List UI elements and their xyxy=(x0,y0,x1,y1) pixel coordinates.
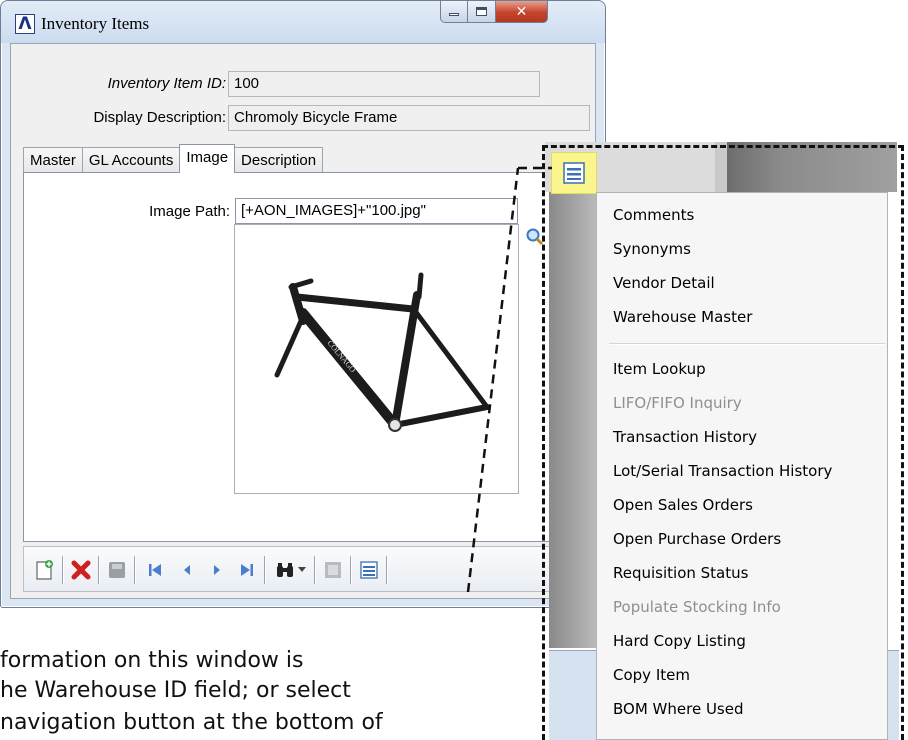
close-button[interactable]: ✕ xyxy=(496,1,548,23)
next-record-button[interactable] xyxy=(206,559,228,581)
item-image-frame: COLNAGO xyxy=(234,224,519,494)
description-label: Display Description: xyxy=(93,109,226,126)
frame-brand-text: COLNAGO xyxy=(325,339,357,375)
doc-text-line-2: he Warehouse ID field; or select xyxy=(0,678,351,703)
disabled-button xyxy=(322,559,344,581)
next-record-icon xyxy=(214,565,220,575)
menu-item-lot-serial-transaction-history[interactable]: Lot/Serial Transaction History xyxy=(613,459,832,483)
disabled-icon xyxy=(325,562,341,578)
new-record-icon xyxy=(36,560,53,580)
new-record-button[interactable] xyxy=(34,559,56,581)
find-dropdown-button[interactable] xyxy=(296,559,308,581)
additional-options-icon-large xyxy=(563,162,585,184)
toolbar-separator xyxy=(386,556,387,584)
additional-options-icon xyxy=(360,561,378,579)
popup-header-shade xyxy=(727,142,897,192)
popup-left-shade xyxy=(549,192,596,648)
previous-record-button[interactable] xyxy=(176,559,198,581)
toolbar-separator xyxy=(264,556,265,584)
close-icon: ✕ xyxy=(515,3,528,20)
save-icon xyxy=(109,562,125,578)
record-toolbar xyxy=(23,546,578,592)
delete-icon xyxy=(71,560,91,580)
tab-gl-accounts[interactable]: GL Accounts xyxy=(81,147,181,173)
tab-master[interactable]: Master xyxy=(23,147,83,173)
tab-description[interactable]: Description xyxy=(234,147,324,173)
additional-options-button[interactable] xyxy=(358,559,380,581)
menu-item-requisition-status[interactable]: Requisition Status xyxy=(613,561,748,585)
bicycle-frame-image: COLNAGO xyxy=(274,272,490,432)
first-record-icon xyxy=(149,564,161,576)
popup-header-divider xyxy=(715,142,727,192)
title-bar[interactable]: Λ Inventory Items ✕ xyxy=(1,1,605,43)
image-path-label: Image Path: xyxy=(149,203,230,220)
toolbar-separator xyxy=(314,556,315,584)
minimize-button[interactable] xyxy=(440,1,468,23)
minimize-icon xyxy=(449,13,459,16)
doc-text-line-1: formation on this window is xyxy=(0,648,304,673)
window-controls: ✕ xyxy=(440,1,548,23)
dropdown-arrow-icon xyxy=(298,567,306,572)
menu-item-open-purchase-orders[interactable]: Open Purchase Orders xyxy=(613,527,781,551)
callout-border-left xyxy=(542,145,545,740)
find-button[interactable] xyxy=(274,559,296,581)
toolbar-separator xyxy=(134,556,135,584)
menu-item-vendor-detail[interactable]: Vendor Detail xyxy=(613,271,715,295)
tab-image[interactable]: Image xyxy=(179,144,236,173)
doc-text-line-3: navigation button at the bottom of xyxy=(0,710,383,735)
delete-button[interactable] xyxy=(70,559,92,581)
menu-item-item-lookup[interactable]: Item Lookup xyxy=(613,357,706,381)
find-binoculars-icon xyxy=(277,563,293,577)
menu-item-comments[interactable]: Comments xyxy=(613,203,694,227)
menu-separator xyxy=(609,343,885,344)
last-record-button[interactable] xyxy=(236,559,258,581)
maximize-icon xyxy=(476,7,487,16)
app-logo-icon: Λ xyxy=(15,14,35,34)
menu-item-warehouse-master[interactable]: Warehouse Master xyxy=(613,305,752,329)
item-id-label: Inventory Item ID: xyxy=(107,75,226,92)
last-record-icon xyxy=(241,564,253,576)
toolbar-separator xyxy=(62,556,63,584)
additional-options-menu-button[interactable] xyxy=(551,152,597,194)
toolbar-separator xyxy=(350,556,351,584)
menu-item-bom-where-used[interactable]: BOM Where Used xyxy=(613,697,744,721)
additional-options-menu: Comments Synonyms Vendor Detail Warehous… xyxy=(596,192,888,740)
menu-item-populate-stocking-info: Populate Stocking Info xyxy=(613,598,781,616)
description-field[interactable]: Chromoly Bicycle Frame xyxy=(228,105,590,131)
toolbar-separator xyxy=(98,556,99,584)
callout-border-right xyxy=(901,145,904,740)
menu-item-hard-copy-listing[interactable]: Hard Copy Listing xyxy=(613,629,746,653)
maximize-button[interactable] xyxy=(468,1,496,23)
menu-item-lifo-fifo-inquiry: LIFO/FIFO Inquiry xyxy=(613,394,742,412)
callout-border-top xyxy=(542,145,904,148)
previous-record-icon xyxy=(184,565,190,575)
save-button[interactable] xyxy=(106,559,128,581)
menu-item-synonyms[interactable]: Synonyms xyxy=(613,237,691,261)
menu-item-transaction-history[interactable]: Transaction History xyxy=(613,425,757,449)
menu-item-copy-item[interactable]: Copy Item xyxy=(613,663,690,687)
window-title: Inventory Items xyxy=(41,14,150,33)
tab-strip: Master GL Accounts Image Description xyxy=(23,144,324,173)
item-id-field[interactable]: 100 xyxy=(228,71,540,97)
image-path-input[interactable]: [+AON_IMAGES]+"100.jpg" xyxy=(235,198,518,224)
menu-item-open-sales-orders[interactable]: Open Sales Orders xyxy=(613,493,753,517)
first-record-button[interactable] xyxy=(144,559,166,581)
